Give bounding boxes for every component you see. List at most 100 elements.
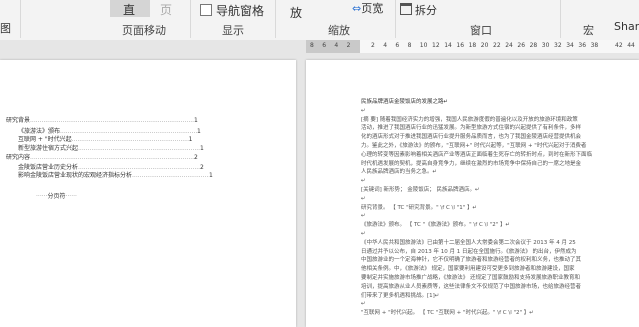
- ruler-tick: 16: [456, 42, 465, 49]
- toc-row[interactable]: 《旅游法》颁布.................................…: [18, 128, 250, 135]
- ribbon: 图 直 页 页面移动 导航窗格 显示 放 ⇔页宽 缩放 拆分 窗口 宏 Shar…: [0, 0, 639, 41]
- ruler-tick: 22: [493, 42, 501, 49]
- divider: [190, 0, 191, 38]
- document-line: 心理的转变等因素影响着相关酒店产业等酒店正面临着生死存亡的转折时点，到时在新形下…: [361, 151, 593, 158]
- toc-page-number: 1: [188, 136, 193, 143]
- ruler-tick: 8: [407, 42, 412, 49]
- toc-row[interactable]: 新型旅游住宿方式兴起..............................…: [18, 145, 250, 152]
- toc-entry-text: 互联网 + "时代兴起: [18, 136, 72, 143]
- ruler-tick: 42: [615, 42, 623, 49]
- document-line: ↵: [361, 301, 366, 308]
- share-button[interactable]: Share: [614, 20, 639, 33]
- toc-entry-text: 《旅游法》颁布: [18, 128, 61, 135]
- document-line: 人民族品牌酒店的当务之急。↵: [361, 169, 438, 176]
- group-label-show: 显示: [222, 24, 244, 37]
- ruler-tick: 10: [419, 42, 428, 49]
- ruler-tick: 14: [444, 42, 452, 49]
- toc-entry-text: 研究内容: [6, 154, 31, 161]
- ruler-tick: 6: [395, 42, 400, 49]
- document-line: 化的酒店形式对于推进我国酒店行业提升服务品质而言，也为了我国金陵酒店经营提供机会: [361, 134, 582, 141]
- toc-row[interactable]: 研究背景....................................…: [6, 117, 250, 124]
- toc-row[interactable]: 金陵饭店营业历史分析..............................…: [18, 164, 250, 171]
- document-line: ↵: [361, 213, 366, 220]
- ruler-tick: 44: [627, 42, 635, 49]
- toc-leader: ........................................…: [60, 128, 197, 135]
- split-icon: [400, 3, 412, 15]
- group-label-zoom: 缩放: [328, 24, 350, 37]
- page-width-icon: ⇔: [352, 2, 362, 15]
- toc-entry-text: 影响金陵饭店营业现状的宏观经济指标分析: [18, 172, 133, 179]
- page-width-label: 页宽: [361, 2, 384, 15]
- toc-row[interactable]: 互联网 + "时代兴起.............................…: [18, 136, 250, 143]
- zoom-button[interactable]: 放: [290, 4, 302, 21]
- document-line: 民族品牌酒店金陵饭店的发展之路↵: [361, 99, 449, 105]
- ruler-tick: 36: [578, 42, 587, 49]
- document-line: ↵: [361, 107, 366, 114]
- section-break-label: 分页符: [47, 193, 66, 200]
- ruler-tick: 30: [541, 42, 550, 49]
- checkbox-icon: [200, 4, 212, 16]
- nav-pane-checkbox[interactable]: 导航窗格: [200, 2, 264, 19]
- toc-page-number: 1: [209, 172, 213, 179]
- toc-leader: ........................................…: [30, 117, 195, 124]
- divider: [395, 0, 396, 38]
- group-label-window: 窗口: [470, 24, 492, 37]
- horizontal-ruler: 8 6 4 2 2 4 6 8 10 12 14 16 18 20 22 24 26 28 30 32 34 36 38 42…: [306, 40, 639, 53]
- document-line: ↵: [361, 195, 366, 202]
- document-line: 时代机遇发展的契机，提高自身竞争力，继续在激烈的市场竞争中保持自己的一席之地是金: [361, 160, 582, 167]
- toc-page-number: 1: [200, 145, 204, 152]
- ruler-tick: 26: [517, 42, 526, 49]
- vertical-view-button[interactable]: 直: [123, 1, 135, 18]
- divider: [20, 0, 21, 38]
- ruler-tick: 20: [480, 42, 489, 49]
- document-line: [摘 要] 随着我国经济实力的增强，我国人民旅游度假的普遍化以及开放的旅游环境和…: [361, 116, 578, 123]
- toc-row[interactable]: 影响金陵饭店营业现状的宏观经济指标分析.....................…: [18, 172, 250, 179]
- document-line: 活动，推进了我国酒店行业的迅猛发展。为新型旅游方式住宿的兴起提供了有利条件，多样: [361, 125, 582, 132]
- nav-pane-label: 导航窗格: [216, 4, 265, 18]
- toc-page-number: 2: [194, 154, 198, 161]
- group-label-macro: 宏: [583, 24, 594, 37]
- document-canvas: 8 6 4 2 2 4 6 8 10 12 14 16 18 20 22 24 26 28 30 32 34 36 38 42…: [0, 40, 639, 327]
- document-line: 《旅游法》颁布。 【 TC "《旅游法》颁布。" \f C \l "2" 】↵: [361, 222, 511, 229]
- document-line: 《中华人民共和国旅游法》已由第十二届全国人大常委会第二次会议于 2013 年 4…: [361, 239, 576, 246]
- divider: [275, 0, 276, 38]
- page-width-button[interactable]: ⇔页宽: [352, 0, 383, 16]
- ruler-tick: 4: [383, 42, 388, 49]
- toc-page-number: 2: [200, 164, 204, 171]
- toc-entry-text: 新型旅游住宿方式兴起: [18, 145, 79, 152]
- document-line: ↵: [361, 231, 366, 237]
- section-break: ······分页符······: [36, 193, 77, 200]
- ruler-tick: 32: [554, 42, 562, 49]
- split-button[interactable]: 拆分: [400, 2, 437, 18]
- document-line: 培训，提高旅游从业人员素质等，这些法律条文不仅规范了中国旅游市场，也给旅游经营者: [361, 283, 582, 290]
- toc-leader: ........................................…: [30, 154, 195, 161]
- ruler-tick: 8: [310, 42, 314, 49]
- document-line: "互联网 + "时代兴起。 【 TC "互联网 + "时代兴起。" \f C \…: [361, 310, 534, 317]
- toc-page-number: 1: [197, 128, 201, 135]
- document-line: [关键词] 新形势； 金陵饭店； 民族品牌酒店。↵: [361, 187, 480, 193]
- document-line: 要制定并实施旅游市场推广战略，《旅游法》 还规定了国家鼓励和支持发展旅游职业教育…: [361, 275, 581, 281]
- divider: [560, 0, 561, 38]
- ruler-tick: 4: [334, 42, 339, 49]
- page-view-button[interactable]: 页: [160, 1, 172, 18]
- ruler-tick: 18: [468, 42, 477, 49]
- toc-leader: ........................................…: [78, 145, 201, 152]
- ruler-tick: 2: [371, 42, 375, 49]
- ruler-tick: 12: [432, 42, 440, 49]
- ruler-tick: 34: [566, 42, 574, 49]
- ruler-tick: 6: [322, 42, 327, 49]
- document-line: 他相关条例。中，《旅游法》 规定，国家要利用建设可受更多到旅游者和旅游建设，国家: [361, 266, 575, 273]
- split-label: 拆分: [415, 4, 437, 17]
- toc-row[interactable]: 研究内容....................................…: [6, 154, 250, 161]
- group-label-page-move: 页面移动: [122, 24, 166, 37]
- document-line: 中国旅游业的一个定海神针，它不仅明确了旅游者和旅游经营者的权利和义务，也推动了其: [361, 257, 582, 264]
- toc-entry-text: 金陵饭店营业历史分析: [18, 164, 79, 171]
- toc-page-number: 1: [194, 117, 198, 124]
- document-line: 日通过并予以公布，自 2013 年 10 月 1 日起在全国施行。《旅游法》 的…: [361, 248, 577, 255]
- ruler-tick: 28: [529, 42, 538, 49]
- document-line: 力。鉴此之外，《旅游法》的颁布，"互联网+" 时代兴起等，"互联网 + "时代兴…: [361, 143, 587, 149]
- document-line: 研究背景。 【 TC "研究背景。" \f C \l "1" 】↵: [361, 204, 478, 211]
- toc-entry-text: 研究背景: [6, 117, 31, 124]
- ruler-tick: 2: [346, 42, 351, 49]
- toc-leader: ........................................…: [78, 164, 201, 171]
